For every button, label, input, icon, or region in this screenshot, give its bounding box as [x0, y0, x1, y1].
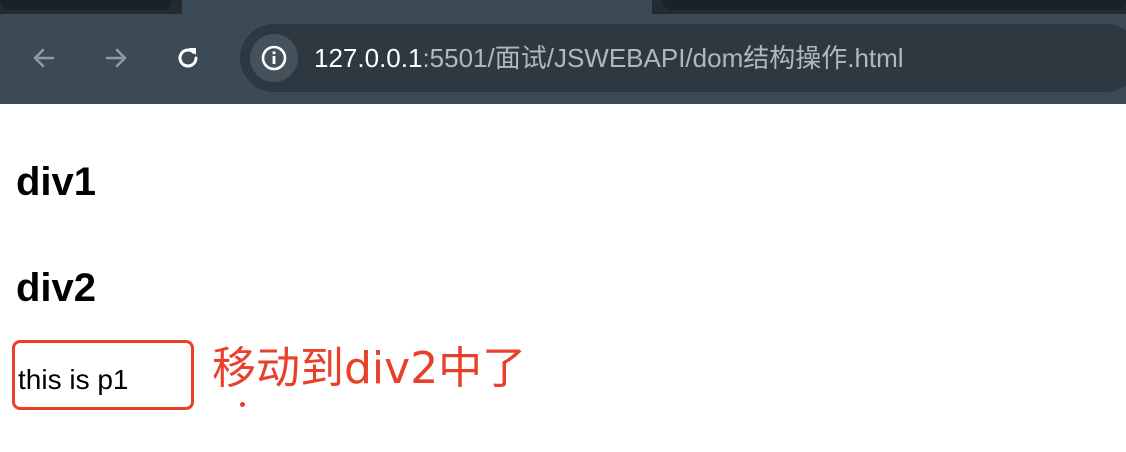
back-button[interactable]	[26, 40, 62, 76]
browser-toolbar: 127.0.0.1:5501/面试/JSWEBAPI/dom结构操作.html	[0, 14, 1126, 104]
annotation-text: 移动到div2中了	[212, 343, 527, 394]
tab-inactive[interactable]	[0, 0, 172, 10]
url-host: 127.0.0.1	[314, 43, 423, 73]
div2-heading: div2	[16, 266, 97, 310]
browser-chrome: 127.0.0.1:5501/面试/JSWEBAPI/dom结构操作.html	[0, 0, 1126, 104]
page-content: div1 div2 this is p1 移动到div2中了	[0, 104, 1126, 452]
address-bar[interactable]: 127.0.0.1:5501/面试/JSWEBAPI/dom结构操作.html	[240, 24, 1126, 92]
annotation-highlight-box	[12, 340, 194, 410]
forward-button[interactable]	[98, 40, 134, 76]
div1-heading: div1	[16, 160, 97, 204]
reload-button[interactable]	[170, 40, 206, 76]
tab-active[interactable]	[182, 0, 652, 14]
site-info-button[interactable]	[250, 34, 298, 82]
url-text[interactable]: 127.0.0.1:5501/面试/JSWEBAPI/dom结构操作.html	[314, 42, 904, 74]
tab-inactive[interactable]	[662, 0, 1126, 10]
info-icon	[261, 45, 287, 71]
url-path: :5501/面试/JSWEBAPI/dom结构操作.html	[422, 43, 904, 73]
tab-strip	[0, 0, 1126, 14]
arrow-left-icon	[33, 48, 55, 68]
annotation-dot	[240, 402, 245, 407]
arrow-right-icon	[105, 48, 127, 68]
reload-icon	[178, 48, 198, 68]
